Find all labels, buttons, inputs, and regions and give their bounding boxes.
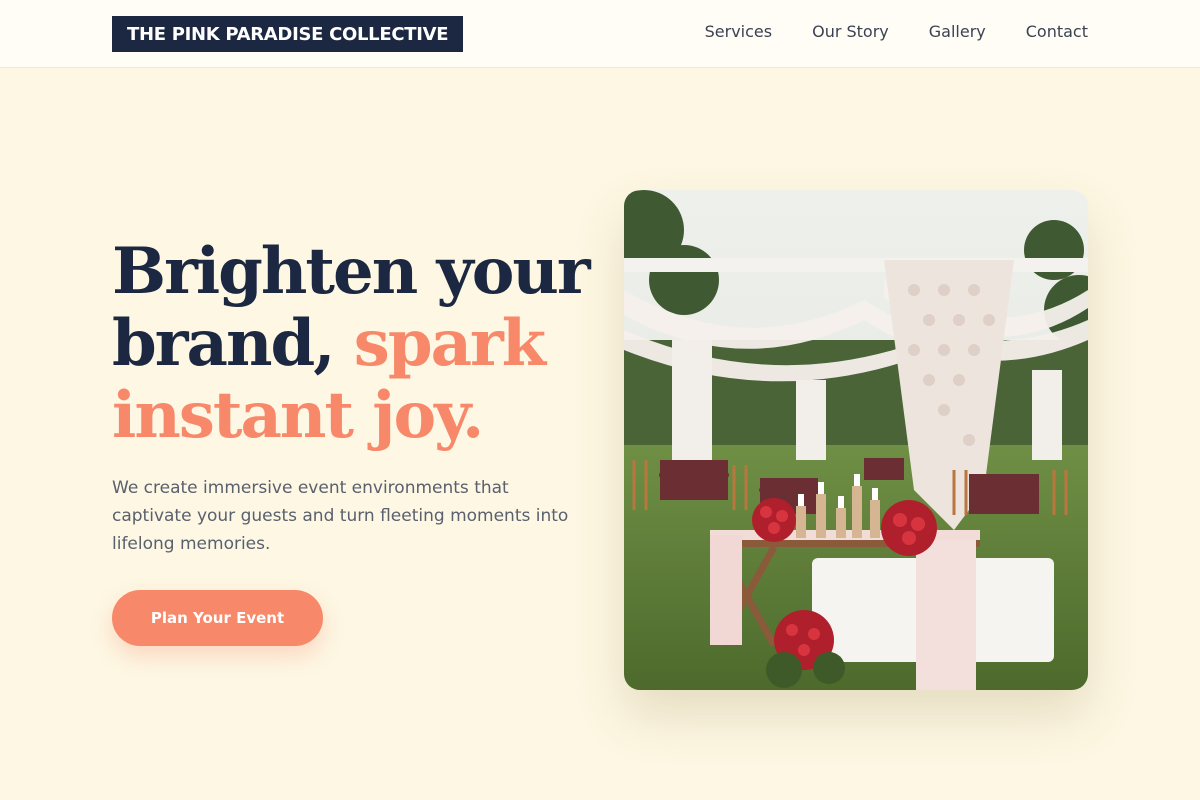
event-venue-photo <box>624 190 1088 690</box>
nav-link-contact[interactable]: Contact <box>1026 22 1088 41</box>
nav-link-services[interactable]: Services <box>705 22 772 41</box>
nav-link-our-story[interactable]: Our Story <box>812 22 889 41</box>
headline-line-2-start: brand, <box>112 306 335 381</box>
hero-headline: Brighten your brand, spark instant joy. <box>112 236 602 452</box>
top-navigation-bar: THE PINK PARADISE COLLECTIVE Services Ou… <box>0 0 1200 68</box>
plan-your-event-button[interactable]: Plan Your Event <box>112 590 323 646</box>
main-nav: Services Our Story Gallery Contact <box>705 22 1088 41</box>
brand-logo[interactable]: THE PINK PARADISE COLLECTIVE <box>112 16 464 52</box>
headline-accent-spark: spark <box>353 306 546 381</box>
hero-subtext: We create immersive event environments t… <box>112 478 569 554</box>
headline-line-1: Brighten your <box>112 234 591 309</box>
headline-line-3: instant joy. <box>112 378 484 453</box>
nav-link-gallery[interactable]: Gallery <box>929 22 986 41</box>
